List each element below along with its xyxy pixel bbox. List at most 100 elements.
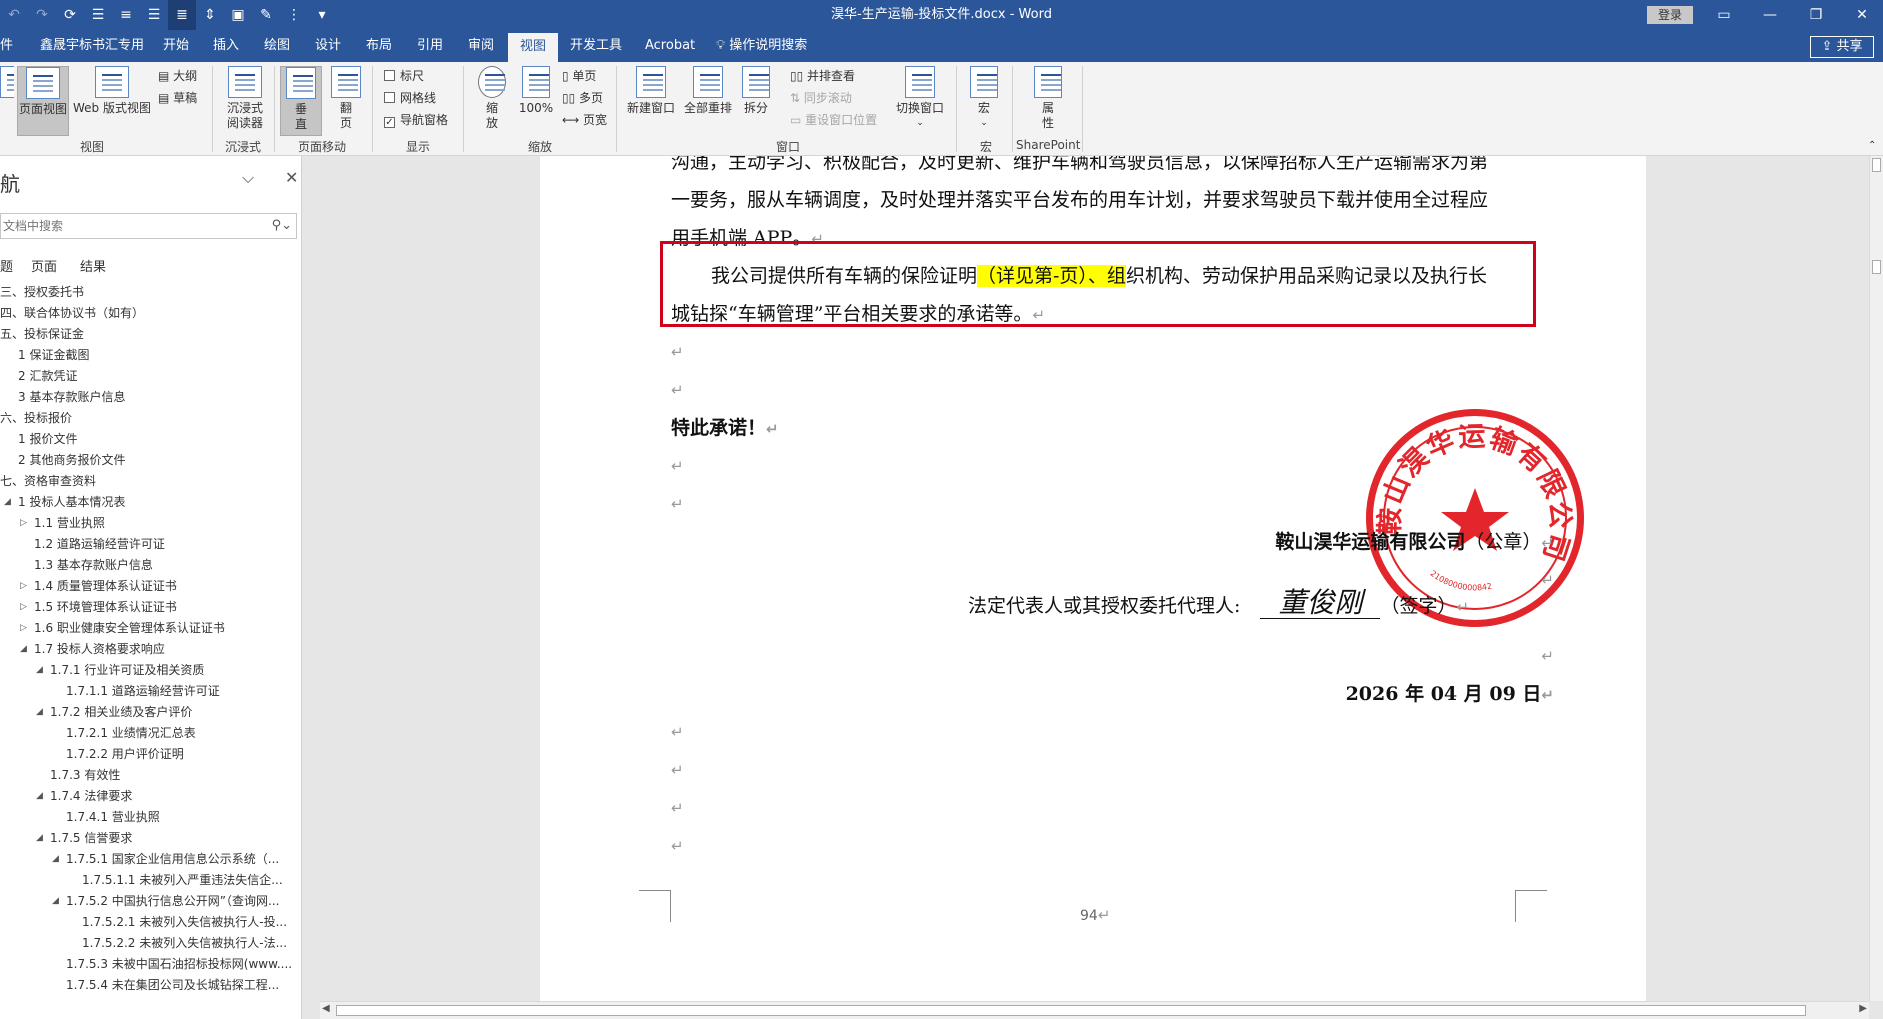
nav-heading-item[interactable]: 1.7.1.1 道路运输经营许可证 [66, 681, 220, 701]
scroll-left-icon[interactable]: ◀ [322, 1003, 330, 1014]
align-center-icon[interactable]: ≡ [112, 7, 140, 23]
nav-heading-item[interactable]: 1.7.4.1 营业执照 [66, 807, 160, 827]
reset-window-button[interactable]: ▭ 重设窗口位置 [790, 112, 877, 128]
nav-heading-item[interactable]: 3 基本存款账户信息 [18, 387, 125, 407]
collapse-icon[interactable]: ◢ [4, 492, 11, 512]
nav-heading-item[interactable]: 四、联合体协议书（如有） [0, 303, 144, 323]
nav-tab-headings[interactable]: 题 [0, 256, 13, 275]
collapse-icon[interactable]: ◢ [52, 891, 59, 911]
split-button[interactable]: 拆分 [738, 66, 774, 116]
nav-heading-item[interactable]: 1.7.2.2 用户评价证明 [66, 744, 184, 764]
nav-heading-item[interactable]: 1.7.5.2.2 未被列入失信被执行人-法... [82, 933, 287, 953]
ribbon-display-icon[interactable]: ▭ [1701, 0, 1747, 30]
undo-icon[interactable]: ↶ [0, 7, 28, 23]
collapse-icon[interactable]: ◢ [52, 849, 59, 869]
restore-icon[interactable]: ❐ [1793, 0, 1839, 30]
nav-heading-item[interactable]: 1.3 基本存款账户信息 [34, 555, 153, 575]
customize-qat-icon[interactable]: ▾ [308, 7, 336, 23]
document-page[interactable]: 沟通，主动学习、积极配合，及时更新、维护车辆和驾驶员信息，以保障招标人生产运输需… [540, 156, 1646, 1001]
nav-heading-item[interactable]: 六、投标报价 [0, 408, 72, 428]
nav-heading-item[interactable]: ◢ 1.7 投标人资格要求响应 [20, 639, 165, 659]
justify-icon[interactable]: ≣ [168, 0, 196, 30]
nav-heading-item[interactable]: ◢ 1.7.2 相关业绩及客户评价 [36, 702, 192, 722]
nav-heading-item[interactable]: ◢ 1.7.5.1 国家企业信用信息公示系统（... [52, 849, 279, 869]
read-mode-button[interactable] [0, 66, 14, 101]
close-icon[interactable]: ✕ [1839, 0, 1883, 30]
expand-icon[interactable]: ▷ [20, 618, 27, 638]
new-window-button[interactable]: 新建窗口 [624, 66, 678, 116]
nav-heading-item[interactable]: 1.7.2.1 业绩情况汇总表 [66, 723, 196, 743]
draft-button[interactable]: ▤ 草稿 [158, 90, 197, 106]
nav-pane-checkbox[interactable]: ✓ 导航窗格 [384, 112, 448, 128]
search-icon[interactable]: ⚲⌄ [272, 218, 292, 233]
expand-icon[interactable]: ▷ [20, 597, 27, 617]
nav-heading-item[interactable]: ▷ 1.1 营业执照 [20, 513, 105, 533]
vertical-button[interactable]: 垂直 [280, 66, 322, 136]
nav-heading-item[interactable]: 1.7.3 有效性 [50, 765, 120, 785]
nav-heading-item[interactable]: 1.7.5.1.1 未被列入严重违法失信企... [82, 870, 283, 890]
nav-tab-results[interactable]: 结果 [80, 256, 106, 275]
ruler-checkbox[interactable]: 标尺 [384, 68, 424, 84]
collapse-icon[interactable]: ◢ [36, 702, 43, 722]
collapse-ribbon-icon[interactable]: ⌃ [1868, 138, 1876, 154]
nav-heading-item[interactable]: ▷ 1.6 职业健康安全管理体系认证证书 [20, 618, 225, 638]
tab-home[interactable]: 开始 [163, 30, 189, 62]
nav-options-chevron-icon[interactable]: ⌵ [242, 168, 254, 188]
collapse-icon[interactable]: ◢ [36, 660, 43, 680]
vertical-scrollbar[interactable] [1869, 156, 1883, 1001]
login-button[interactable]: 登录 [1647, 6, 1693, 24]
gridlines-checkbox[interactable]: 网格线 [384, 90, 436, 106]
redo-icon[interactable]: ↷ [28, 7, 56, 23]
page-width-button[interactable]: ⟷ 页宽 [562, 112, 607, 128]
tab-layout[interactable]: 布局 [366, 30, 392, 62]
nav-heading-item[interactable]: 2 其他商务报价文件 [18, 450, 125, 470]
properties-button[interactable]: 属性 [1026, 66, 1070, 131]
tab-bidding[interactable]: 鑫晟宇标书汇专用 [40, 30, 144, 62]
nav-heading-item[interactable]: 七、资格审查资料 [0, 471, 96, 491]
align-left-icon[interactable]: ☰ [84, 7, 112, 23]
nav-search-input[interactable] [1, 214, 261, 238]
nav-heading-item[interactable]: 五、投标保证金 [0, 324, 84, 344]
expand-icon[interactable]: ▷ [20, 576, 27, 596]
nav-heading-item[interactable]: 2 汇款凭证 [18, 366, 77, 386]
nav-tab-pages[interactable]: 页面 [31, 256, 57, 275]
outline-button[interactable]: ▤ 大纲 [158, 68, 197, 84]
nav-heading-item[interactable]: ◢ 1.7.5.2 中国执行信息公开网”（查询网... [52, 891, 279, 911]
scroll-thumb[interactable] [336, 1005, 1806, 1016]
one-page-button[interactable]: ▯ 单页 [562, 68, 596, 84]
tab-view[interactable]: 视图 [508, 33, 559, 62]
refresh-icon[interactable]: ⟳ [56, 7, 84, 23]
sync-scroll-button[interactable]: ⇅ 同步滚动 [790, 90, 852, 106]
nav-heading-item[interactable]: ▷ 1.5 环境管理体系认证证书 [20, 597, 177, 617]
nav-heading-item[interactable]: ◢ 1.7.4 法律要求 [36, 786, 132, 806]
side-by-side-button[interactable]: ▯▯ 并排查看 [790, 68, 855, 84]
expand-icon[interactable]: ▷ [20, 513, 27, 533]
side-to-side-button[interactable]: 翻页 [326, 66, 366, 131]
scroll-right-icon[interactable]: ▶ [1859, 1003, 1867, 1014]
nav-heading-item[interactable]: ◢ 1 投标人基本情况表 [4, 492, 125, 512]
horizontal-scrollbar[interactable]: ◀ ▶ [320, 1001, 1869, 1019]
nav-heading-item[interactable]: 1 报价文件 [18, 429, 77, 449]
share-button[interactable]: ⇪ 共享 [1810, 36, 1874, 58]
nav-heading-item[interactable]: 1.7.5.4 未在集团公司及长城钻探工程... [66, 975, 279, 995]
nav-heading-item[interactable]: ◢ 1.7.5 信誉要求 [36, 828, 132, 848]
scroll-thumb[interactable] [1872, 158, 1881, 172]
tab-draw[interactable]: 绘图 [264, 30, 290, 62]
collapse-icon[interactable]: ◢ [36, 828, 43, 848]
format-painter-icon[interactable]: ✎ [252, 7, 280, 23]
arrange-all-button[interactable]: 全部重排 [682, 66, 734, 116]
zoom-100-button[interactable]: 100% [516, 66, 556, 116]
multi-page-button[interactable]: ▯▯ 多页 [562, 90, 603, 106]
numbering-icon[interactable]: ⋮ [280, 7, 308, 23]
tab-file[interactable]: 件 [0, 30, 13, 62]
nav-heading-item[interactable]: 1.7.5.3 未被中国石油招标投标网(www.... [66, 954, 292, 974]
tell-me-search[interactable]: 💡︎ 操作说明搜索 [716, 30, 807, 62]
tab-acrobat[interactable]: Acrobat [645, 30, 695, 62]
nav-heading-item[interactable]: ◢ 1.7.1 行业许可证及相关资质 [36, 660, 204, 680]
nav-close-icon[interactable]: ✕ [285, 168, 298, 187]
tab-references[interactable]: 引用 [417, 30, 443, 62]
minimize-icon[interactable]: — [1747, 0, 1793, 30]
nav-search-box[interactable]: ⚲⌄ [0, 213, 297, 239]
zoom-button[interactable]: 缩放 [474, 66, 510, 131]
switch-windows-button[interactable]: 切换窗口 ⌄ [892, 66, 948, 131]
